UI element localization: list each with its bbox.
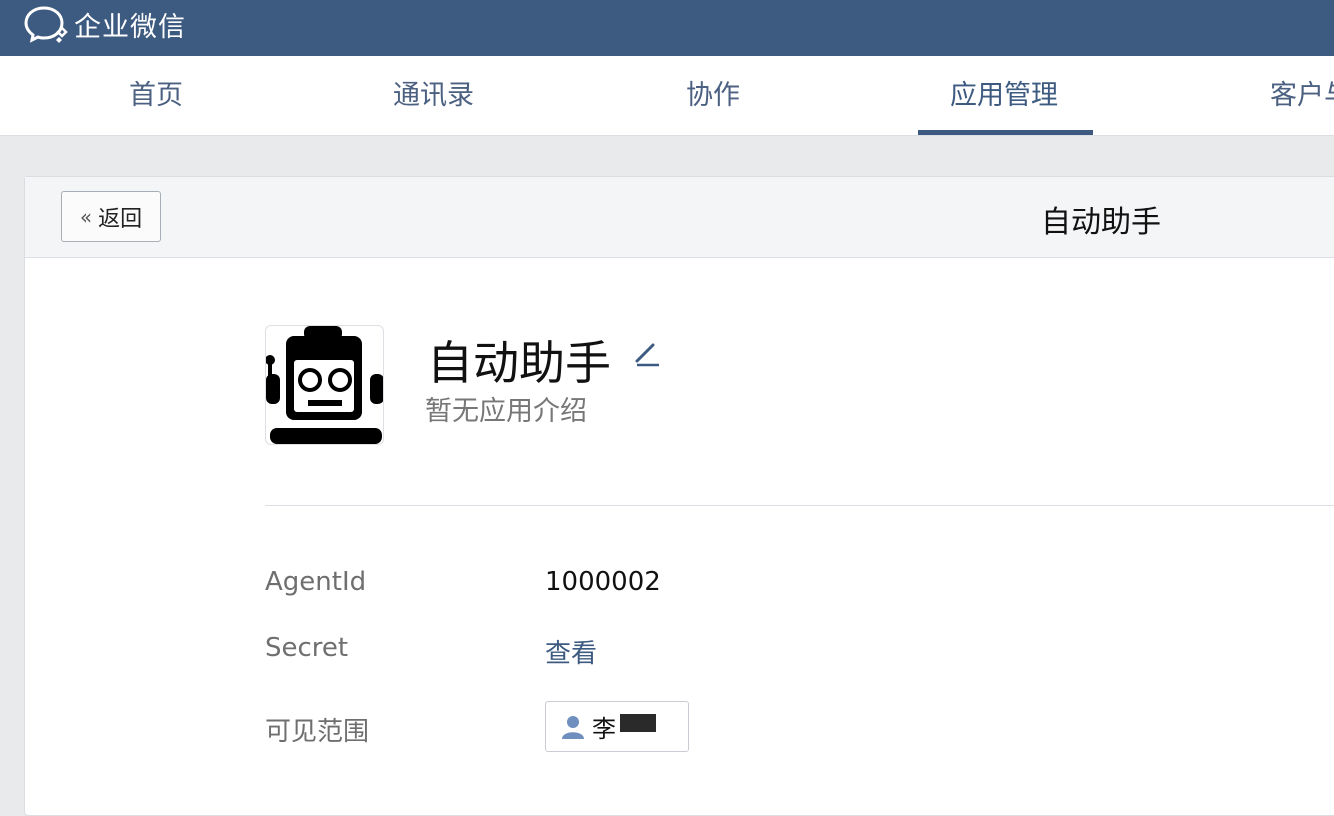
secret-label: Secret (265, 633, 349, 663)
member-name: 李 (592, 715, 616, 743)
brand-name: 企业微信 (74, 11, 186, 43)
app-description: 暂无应用介绍 (425, 396, 587, 427)
brand-logo[interactable]: 企业微信 (22, 2, 186, 46)
app-logo[interactable] (265, 325, 384, 445)
agentid-label: AgentId (265, 567, 367, 597)
tab-collaboration[interactable]: 协作 (686, 56, 740, 135)
robot-icon (266, 326, 383, 444)
page-title: 自动助手 (1041, 205, 1161, 240)
panel-header: « 返回 自动助手 (25, 177, 1334, 258)
tab-customers[interactable]: 客户与 (1270, 56, 1334, 135)
main-nav: 首页 通讯录 协作 应用管理 客户与 (0, 56, 1334, 136)
redaction-mask (618, 702, 662, 751)
app-name: 自动助手 (427, 336, 611, 390)
secret-view-link[interactable]: 查看 (545, 633, 597, 670)
tab-home[interactable]: 首页 (129, 56, 183, 135)
active-tab-indicator (918, 130, 1093, 135)
tab-contacts[interactable]: 通讯录 (393, 56, 474, 135)
tab-app-management[interactable]: 应用管理 (950, 56, 1058, 135)
redaction-block (620, 714, 656, 732)
page-gutter (0, 136, 24, 788)
double-chevron-left-icon: « (79, 204, 93, 229)
back-button-label: 返回 (98, 206, 143, 232)
visibility-member-chip[interactable]: 李 (545, 701, 689, 752)
pencil-edit-icon[interactable] (631, 337, 663, 369)
person-icon (562, 715, 584, 739)
app-detail-panel: « 返回 自动助手 自动助手 暂无应用介绍 AgentId 1000002 Se… (24, 176, 1334, 816)
top-bar: 企业微信 (0, 0, 1334, 56)
agentid-value: 1000002 (545, 567, 661, 597)
wecom-chat-icon (24, 6, 68, 43)
back-button[interactable]: « 返回 (61, 191, 161, 242)
divider (265, 505, 1334, 506)
visibility-scope-label: 可见范围 (265, 717, 370, 747)
